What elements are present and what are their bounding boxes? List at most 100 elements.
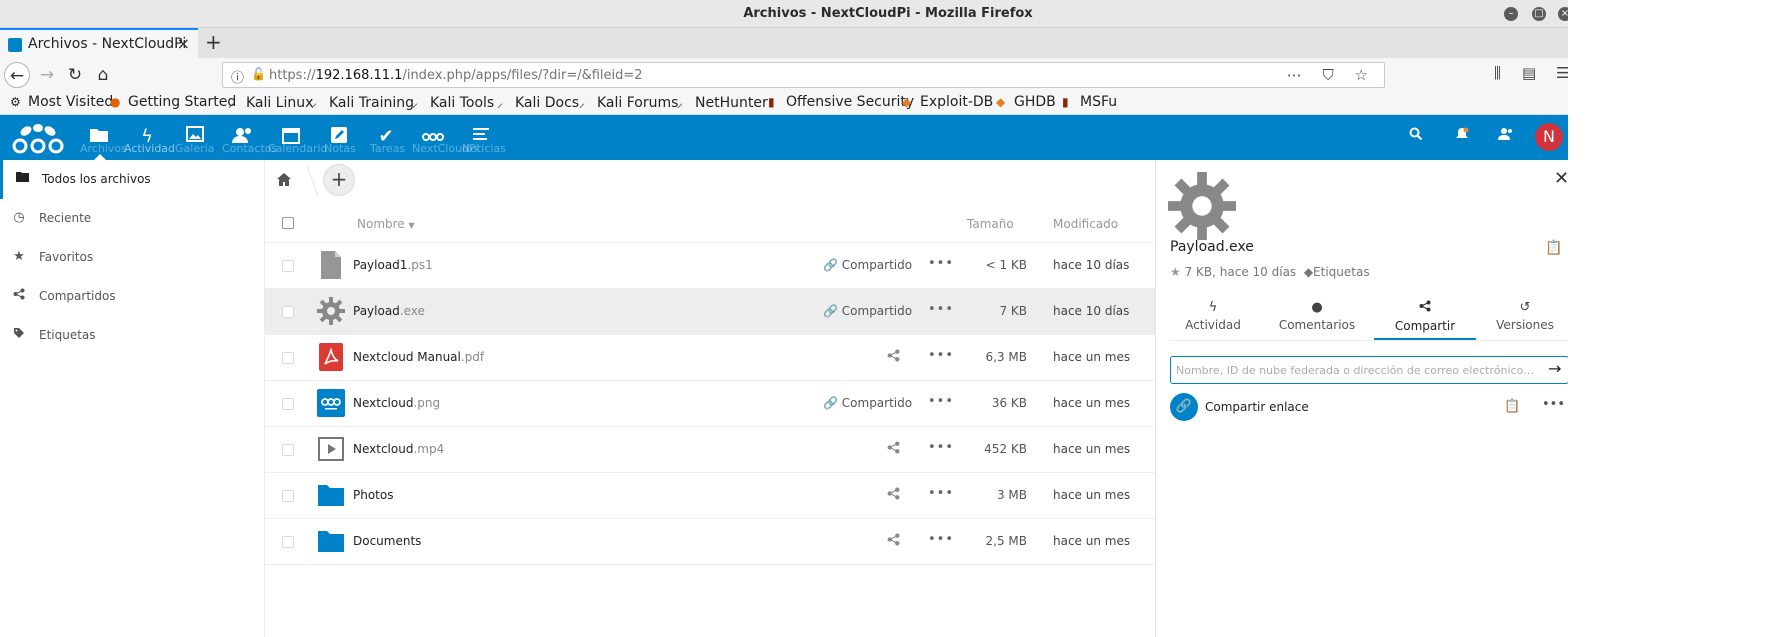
bookmark-item[interactable]: ⚙ Most Visited xyxy=(10,94,113,110)
row-checkbox[interactable] xyxy=(282,444,294,456)
table-row[interactable]: Photos ••• 3 MB hace un mes xyxy=(265,473,1155,519)
minimize-button[interactable]: – xyxy=(1504,7,1518,21)
reload-button[interactable]: ↻ xyxy=(62,62,88,88)
home-icon[interactable] xyxy=(277,172,291,190)
bookmark-item[interactable]: ◆ GHDB xyxy=(996,94,1056,110)
shared-indicator[interactable]: 🔗 Compartido xyxy=(823,396,912,410)
share-link-label[interactable]: Compartir enlace xyxy=(1205,400,1309,414)
file-name[interactable]: Photos xyxy=(353,488,393,502)
sidebar-toggle-icon[interactable]: ▤ xyxy=(1522,64,1536,82)
table-row[interactable]: Nextcloud.mp4 ••• 452 KB hace un mes xyxy=(265,427,1155,473)
new-tab-button[interactable]: + xyxy=(205,30,222,54)
file-name[interactable]: Payload1.ps1 xyxy=(353,258,433,272)
file-name[interactable]: Payload.exe xyxy=(353,304,425,318)
library-icon[interactable]: ⫼ xyxy=(1494,64,1501,82)
new-file-button[interactable]: + xyxy=(323,164,355,196)
nav-item-favorites[interactable]: ★ Favoritos xyxy=(0,238,265,277)
more-actions-icon[interactable]: ••• xyxy=(928,348,954,363)
tabs-divider xyxy=(1170,340,1569,341)
tab-activity[interactable]: ϟ Actividad xyxy=(1162,300,1264,332)
bookmark-item[interactable]: ▮ Offensive Security xyxy=(768,94,914,110)
window-titlebar: Archivos - NextCloudPi - Mozilla Firefox… xyxy=(0,0,1776,28)
row-checkbox[interactable] xyxy=(282,398,294,410)
search-icon[interactable] xyxy=(1409,127,1423,145)
bookmark-item[interactable]: ⸝ Kali Docs xyxy=(497,94,579,111)
more-actions-icon[interactable]: ••• xyxy=(1542,397,1565,412)
star-icon[interactable]: ★ xyxy=(1170,265,1181,279)
nav-item-all-files[interactable]: Todos los archivos xyxy=(0,160,265,199)
row-checkbox[interactable] xyxy=(282,306,294,318)
browser-tab[interactable]: Archivos - NextCloudPi × xyxy=(0,28,198,58)
more-actions-icon[interactable]: ••• xyxy=(928,302,954,317)
close-tab-icon[interactable]: × xyxy=(177,34,190,53)
bookmark-item[interactable]: ⸝ Kali Training xyxy=(311,94,414,111)
shared-indicator[interactable]: 🔗 Compartido xyxy=(823,258,912,272)
file-name[interactable]: Nextcloud.png xyxy=(353,396,440,410)
bookmark-item[interactable]: ◆ Exploit-DB xyxy=(902,94,993,110)
tags-link[interactable]: Etiquetas xyxy=(1313,265,1370,279)
bookmark-item[interactable]: ● Getting Started xyxy=(110,94,236,110)
avatar[interactable]: N xyxy=(1535,123,1563,151)
page-actions[interactable]: ⋯ ⛉ ☆ xyxy=(1287,66,1376,84)
file-name[interactable]: Documents xyxy=(353,534,421,548)
image-icon xyxy=(317,389,345,417)
table-row[interactable]: Payload1.ps1 🔗 Compartido ••• < 1 KB hac… xyxy=(265,243,1155,289)
url-bar[interactable]: ⓘ 🔓 https://192.168.11.1/index.php/apps/… xyxy=(222,62,1385,88)
close-icon[interactable]: ✕ xyxy=(1554,168,1569,189)
more-actions-icon[interactable]: ••• xyxy=(928,440,954,455)
url-text[interactable]: https://192.168.11.1/index.php/apps/file… xyxy=(269,68,643,83)
file-name[interactable]: Nextcloud Manual.pdf xyxy=(353,350,484,364)
clipboard-icon[interactable]: 📋 xyxy=(1504,399,1520,414)
share-with-input[interactable] xyxy=(1170,356,1569,384)
app-label: Tareas xyxy=(370,142,406,155)
share-icon[interactable] xyxy=(887,441,900,458)
table-row[interactable]: Nextcloud.png 🔗 Compartido ••• 36 KB hac… xyxy=(265,381,1155,427)
info-icon[interactable]: ⓘ xyxy=(231,67,244,86)
bookmark-item[interactable]: ▮ MSFu xyxy=(1062,94,1117,110)
notifications-icon[interactable] xyxy=(1455,127,1469,145)
back-button[interactable]: ← xyxy=(4,62,30,88)
more-actions-icon[interactable]: ••• xyxy=(928,256,954,271)
column-modified[interactable]: Modificado xyxy=(1053,217,1118,231)
row-checkbox[interactable] xyxy=(282,536,294,548)
table-row[interactable]: Nextcloud Manual.pdf ••• 6,3 MB hace un … xyxy=(265,335,1155,381)
nextcloudpi-logo[interactable] xyxy=(8,119,68,157)
row-checkbox[interactable] xyxy=(282,352,294,364)
column-size[interactable]: Tamaño xyxy=(967,217,1014,231)
maximize-button[interactable]: □ xyxy=(1532,7,1546,21)
row-checkbox[interactable] xyxy=(282,260,294,272)
bookmark-item[interactable]: ⸝ Kali Linux xyxy=(228,94,313,111)
select-all-checkbox[interactable] xyxy=(282,217,294,229)
nav-item-tags[interactable]: Etiquetas xyxy=(0,316,265,355)
bookmark-item[interactable]: ⸝ Kali Tools xyxy=(412,94,494,111)
insecure-lock-icon[interactable]: 🔓 xyxy=(251,67,266,81)
more-actions-icon[interactable]: ••• xyxy=(928,394,954,409)
file-name[interactable]: Nextcloud.mp4 xyxy=(353,442,444,456)
table-row[interactable]: Payload.exe 🔗 Compartido ••• 7 KB hace 1… xyxy=(265,289,1155,335)
video-icon xyxy=(318,437,344,461)
tab-sharing[interactable]: Compartir xyxy=(1374,300,1476,333)
share-icon[interactable] xyxy=(887,487,900,504)
more-actions-icon[interactable]: ••• xyxy=(928,532,954,547)
more-actions-icon[interactable]: ••• xyxy=(928,486,954,501)
forward-button[interactable]: → xyxy=(34,62,60,88)
folder-icon xyxy=(15,171,29,186)
bookmark-item[interactable]: ⸝ Kali Forums xyxy=(579,94,678,111)
file-modified: hace un mes xyxy=(1053,442,1131,456)
tab-comments[interactable]: ● Comentarios xyxy=(1266,300,1368,332)
bookmark-item[interactable]: ⸝ NetHunter xyxy=(677,94,768,111)
share-icon[interactable] xyxy=(887,349,900,366)
tab-versions[interactable]: ↺ Versiones xyxy=(1474,300,1576,332)
shared-indicator[interactable]: 🔗 Compartido xyxy=(823,304,912,318)
clipboard-icon[interactable]: 📋 xyxy=(1545,240,1562,256)
table-row[interactable]: Documents ••• 2,5 MB hace un mes xyxy=(265,519,1155,565)
nav-item-recent[interactable]: ◷ Reciente xyxy=(0,199,265,238)
share-icon[interactable] xyxy=(887,533,900,550)
contacts-menu-icon[interactable] xyxy=(1498,127,1514,145)
arrow-right-icon[interactable]: → xyxy=(1548,359,1561,378)
column-name[interactable]: Nombre ▼ xyxy=(357,217,415,231)
file-size: 452 KB xyxy=(984,442,1027,456)
nav-item-shared[interactable]: Compartidos xyxy=(0,277,265,316)
home-button[interactable]: ⌂ xyxy=(90,62,116,88)
row-checkbox[interactable] xyxy=(282,490,294,502)
